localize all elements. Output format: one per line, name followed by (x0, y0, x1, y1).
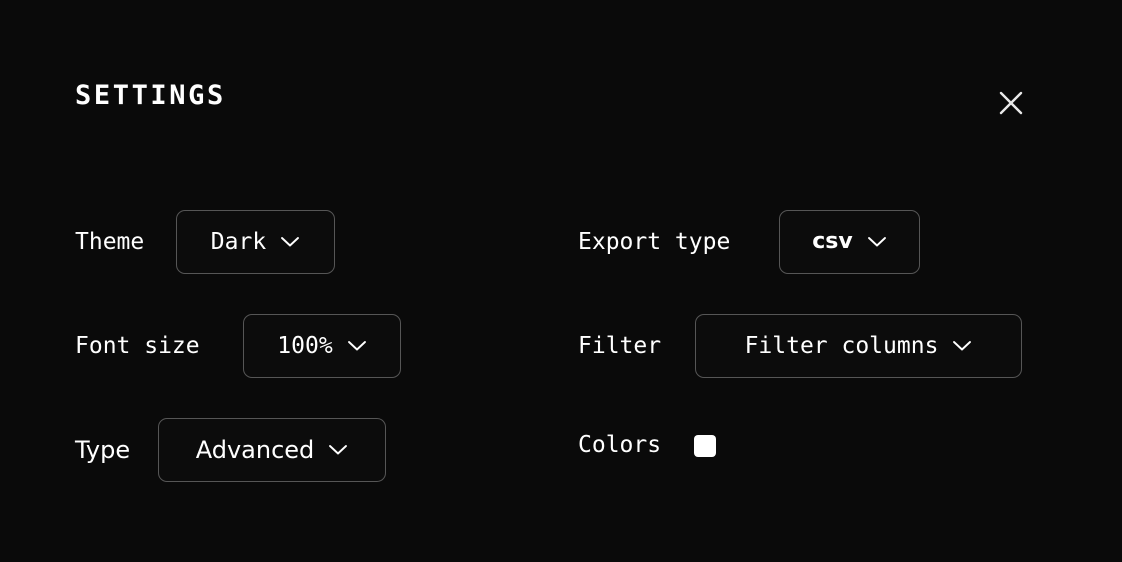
setting-row-colors: Colors (578, 434, 716, 457)
setting-row-filter: Filter Filter columns (578, 314, 1022, 378)
theme-dropdown-value: Dark (210, 228, 267, 255)
theme-dropdown[interactable]: Dark (176, 210, 335, 274)
setting-label-font-size: Font size (75, 332, 200, 359)
settings-panel: SETTINGS Theme Dark Font size 100% Type … (0, 0, 1122, 562)
chevron-down-icon (867, 233, 887, 252)
type-dropdown-value: Advanced (195, 436, 315, 464)
setting-row-font-size: Font size 100% (75, 314, 401, 378)
setting-label-colors: Colors (578, 432, 662, 458)
setting-row-theme: Theme Dark (75, 210, 335, 274)
chevron-down-icon (347, 337, 367, 356)
setting-row-export-type: Export type csv (578, 210, 920, 274)
filter-dropdown[interactable]: Filter columns (695, 314, 1022, 378)
filter-dropdown-value: Filter columns (744, 332, 939, 359)
setting-label-type: Type (75, 436, 131, 464)
font-size-dropdown-value: 100% (277, 332, 333, 359)
export-type-dropdown-value: csv (812, 229, 853, 254)
setting-row-type: Type Advanced (75, 418, 386, 482)
export-type-dropdown[interactable]: csv (779, 210, 920, 274)
setting-label-export-type: Export type (578, 228, 731, 255)
settings-grid: Theme Dark Font size 100% Type Advanced … (0, 0, 1122, 562)
font-size-dropdown[interactable]: 100% (243, 314, 401, 378)
setting-label-filter: Filter (578, 332, 662, 359)
chevron-down-icon (280, 233, 300, 252)
chevron-down-icon (328, 441, 348, 460)
setting-label-theme: Theme (75, 228, 145, 255)
chevron-down-icon (952, 337, 972, 356)
type-dropdown[interactable]: Advanced (158, 418, 386, 482)
color-swatch[interactable] (694, 434, 716, 457)
